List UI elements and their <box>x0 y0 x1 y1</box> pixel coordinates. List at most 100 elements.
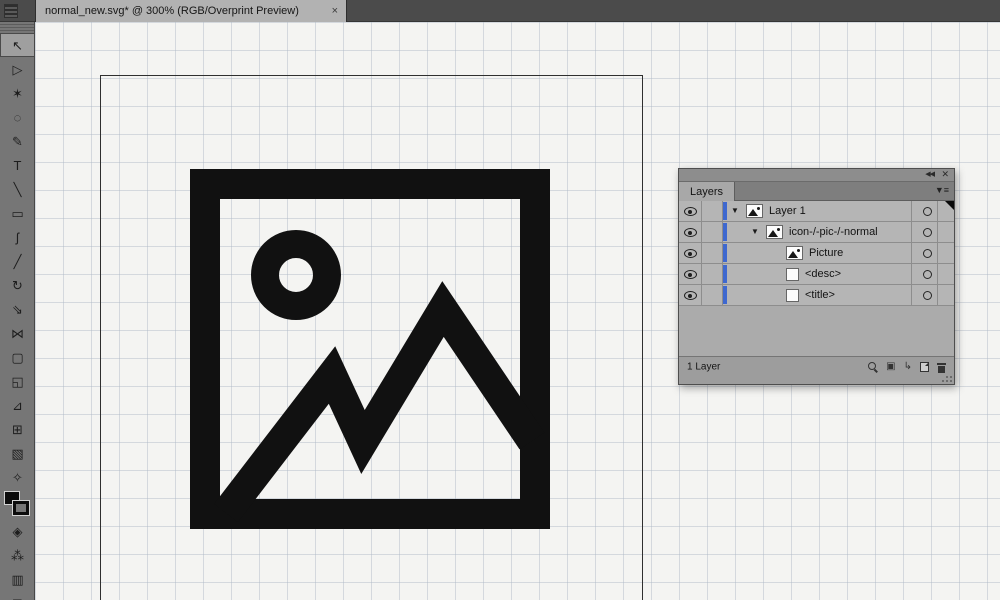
layers-panel: ◀◀ ✕ Layers ▼≡ ▼ Layer 1 ▼ icon-/-pic-/-nor… <box>678 168 955 385</box>
document-tab-title: normal_new.svg* @ 300% (RGB/Overprint Pr… <box>45 5 299 17</box>
column-divider <box>911 264 912 284</box>
locate-object-icon[interactable] <box>868 362 878 372</box>
layer-name: Layer 1 <box>769 205 806 217</box>
layer-count-status: 1 Layer <box>687 361 720 372</box>
layer-row[interactable]: ▼ icon-/-pic-/-normal <box>679 222 954 243</box>
width-tool-icon[interactable]: ⋈ <box>0 321 35 345</box>
tools-panel: ↖▷✶◌✎T╲▭ʃ╱↻⇘⋈▢◱⊿⊞▧✧◈⁂▥⊡✂✥⌕ <box>0 22 35 600</box>
layer-name: icon-/-pic-/-normal <box>789 226 878 238</box>
gradient-tool-icon[interactable]: ▧ <box>0 441 35 465</box>
column-divider <box>937 222 938 242</box>
blank-thumbnail <box>786 268 799 281</box>
direct-selection-tool-icon[interactable]: ▷ <box>0 57 35 81</box>
close-panel-icon[interactable]: ✕ <box>941 169 949 180</box>
rotate-tool-icon[interactable]: ↻ <box>0 273 35 297</box>
new-sublayer-icon[interactable]: ↳ <box>904 362 912 372</box>
layer-thumbnail-icon <box>766 225 783 239</box>
tab-layers[interactable]: Layers <box>679 182 735 201</box>
target-circle-icon[interactable] <box>923 207 932 216</box>
layer-row[interactable]: <title> <box>679 285 954 306</box>
expand-triangle-icon[interactable]: ▼ <box>751 228 759 236</box>
target-circle-icon[interactable] <box>923 291 932 300</box>
column-divider <box>937 243 938 263</box>
new-layer-icon[interactable] <box>920 362 929 372</box>
target-circle-icon[interactable] <box>923 270 932 279</box>
make-clipping-mask-icon[interactable]: ▣ <box>886 362 895 372</box>
delete-layer-icon[interactable] <box>937 362 946 373</box>
column-divider <box>701 285 702 305</box>
document-tab-bar: normal_new.svg* @ 300% (RGB/Overprint Pr… <box>0 0 1000 22</box>
symbol-sprayer-tool-icon[interactable]: ⁂ <box>0 543 35 567</box>
column-divider <box>701 264 702 284</box>
layers-panel-empty-area <box>679 306 954 356</box>
layer-name: Picture <box>809 247 843 259</box>
column-divider <box>911 201 912 221</box>
target-circle-icon[interactable] <box>923 228 932 237</box>
column-graph-tool-icon[interactable]: ▥ <box>0 567 35 591</box>
free-transform-tool-icon[interactable]: ▢ <box>0 345 35 369</box>
shape-builder-tool-icon[interactable]: ◱ <box>0 369 35 393</box>
resize-grip-icon[interactable] <box>950 380 952 382</box>
visibility-toggle-icon[interactable] <box>684 228 697 237</box>
layer-color-bar <box>723 223 727 241</box>
selection-indicator-corner <box>945 201 954 210</box>
layer-color-bar <box>723 244 727 262</box>
column-divider <box>911 243 912 263</box>
column-divider <box>911 222 912 242</box>
tools-panel-grip[interactable] <box>0 22 35 31</box>
target-circle-icon[interactable] <box>923 249 932 258</box>
perspective-grid-tool-icon[interactable]: ⊿ <box>0 393 35 417</box>
lasso-tool-icon[interactable]: ◌ <box>0 105 35 129</box>
layers-panel-titlebar[interactable]: ◀◀ ✕ <box>679 169 954 182</box>
pen-tool-icon[interactable]: ✎ <box>0 129 35 153</box>
layer-row[interactable]: ▼ Layer 1 <box>679 201 954 222</box>
fill-stroke-swatches[interactable] <box>0 489 35 519</box>
layer-color-bar <box>723 265 727 283</box>
visibility-toggle-icon[interactable] <box>684 249 697 258</box>
column-divider <box>701 243 702 263</box>
collapse-panel-icon[interactable]: ◀◀ <box>925 170 934 178</box>
layers-panel-tabrow: Layers ▼≡ <box>679 182 954 201</box>
panel-resize-strip <box>679 376 954 384</box>
column-divider <box>937 201 938 221</box>
column-divider <box>911 285 912 305</box>
visibility-toggle-icon[interactable] <box>684 207 697 216</box>
layers-panel-bottom-bar: 1 Layer ▣ ↳ <box>679 356 954 376</box>
layer-row[interactable]: Picture <box>679 243 954 264</box>
layer-row[interactable]: <desc> <box>679 264 954 285</box>
paintbrush-tool-icon[interactable]: ʃ <box>0 225 35 249</box>
mesh-tool-icon[interactable]: ⊞ <box>0 417 35 441</box>
selection-tool-icon[interactable]: ↖ <box>0 33 35 57</box>
layer-name: <title> <box>805 289 835 301</box>
line-segment-tool-icon[interactable]: ╲ <box>0 177 35 201</box>
expand-triangle-icon[interactable]: ▼ <box>731 207 739 215</box>
layer-thumbnail-icon <box>786 246 803 260</box>
column-divider <box>937 264 938 284</box>
type-tool-icon[interactable]: T <box>0 153 35 177</box>
layer-name: <desc> <box>805 268 841 280</box>
stroke-swatch[interactable] <box>13 501 29 515</box>
document-tab[interactable]: normal_new.svg* @ 300% (RGB/Overprint Pr… <box>35 0 347 22</box>
picture-icon-artwork[interactable] <box>190 169 550 529</box>
panel-menu-icon[interactable]: ▼≡ <box>935 185 949 195</box>
layer-thumbnail-icon <box>746 204 763 218</box>
visibility-toggle-icon[interactable] <box>684 270 697 279</box>
column-divider <box>937 285 938 305</box>
scale-tool-icon[interactable]: ⇘ <box>0 297 35 321</box>
magic-wand-tool-icon[interactable]: ✶ <box>0 81 35 105</box>
blend-tool-icon[interactable]: ◈ <box>0 519 35 543</box>
column-divider <box>701 201 702 221</box>
layers-panel-buttons: ▣ ↳ <box>868 357 946 377</box>
visibility-toggle-icon[interactable] <box>684 291 697 300</box>
toolbar-tools: ↖▷✶◌✎T╲▭ʃ╱↻⇘⋈▢◱⊿⊞▧✧◈⁂▥⊡✂✥⌕ <box>0 33 34 600</box>
blank-thumbnail <box>786 289 799 302</box>
column-divider <box>701 222 702 242</box>
tabbar-grip-icon <box>4 4 18 18</box>
pencil-tool-icon[interactable]: ╱ <box>0 249 35 273</box>
layer-color-bar <box>723 202 727 220</box>
close-tab-icon[interactable]: × <box>332 5 338 17</box>
artboard-tool-icon[interactable]: ⊡ <box>0 591 35 600</box>
rectangle-tool-icon[interactable]: ▭ <box>0 201 35 225</box>
eyedropper-tool-icon[interactable]: ✧ <box>0 465 35 489</box>
layers-list: ▼ Layer 1 ▼ icon-/-pic-/-normal Picture <desc… <box>679 201 954 306</box>
